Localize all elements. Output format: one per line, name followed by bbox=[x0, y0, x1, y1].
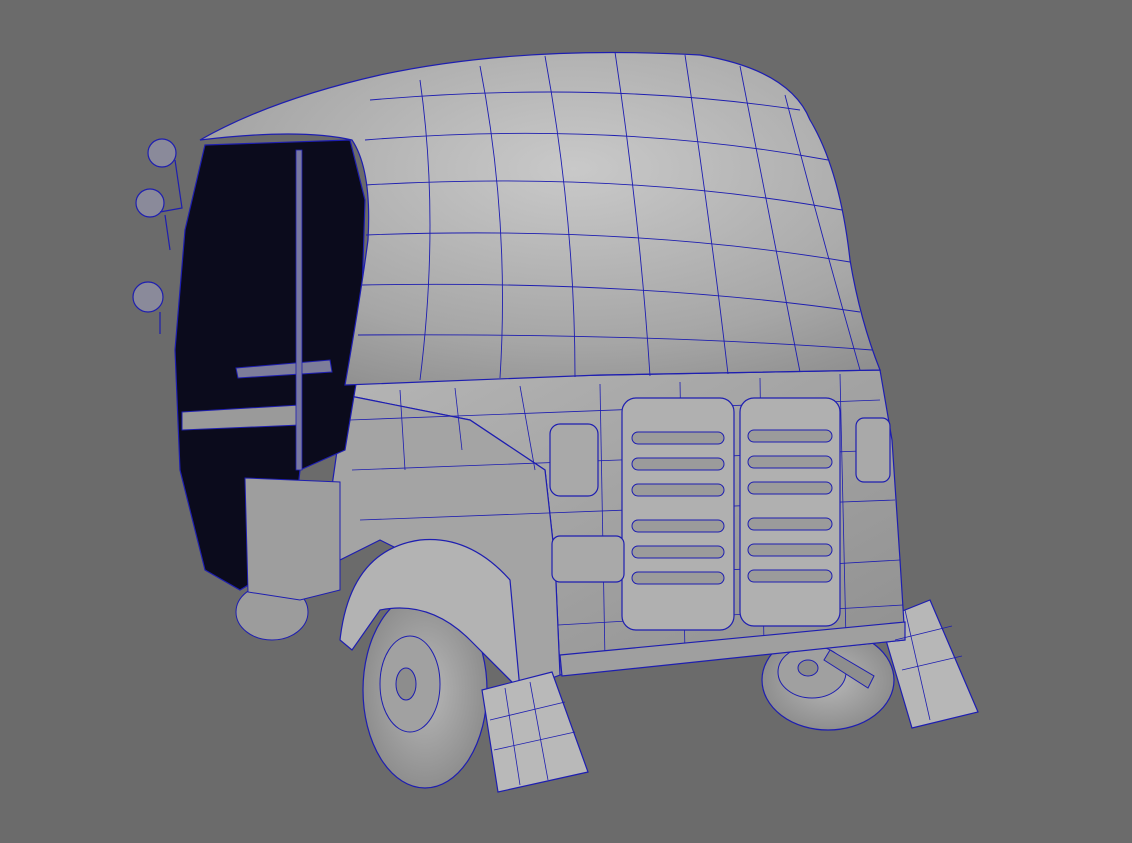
side-mirrors bbox=[132, 138, 183, 334]
headlamp bbox=[132, 281, 164, 313]
right-wheel-cap bbox=[797, 659, 819, 677]
mirror-middle bbox=[135, 188, 165, 218]
tail-light-right[interactable] bbox=[855, 417, 891, 483]
rear-seat-box bbox=[244, 477, 341, 601]
steering-column bbox=[295, 149, 303, 471]
wireframe-scene[interactable] bbox=[0, 0, 1132, 843]
left-wheel-cap bbox=[395, 667, 417, 701]
tail-light-left[interactable] bbox=[549, 423, 599, 497]
mirror-top bbox=[147, 138, 177, 168]
3d-viewport[interactable] bbox=[0, 0, 1132, 843]
license-plate-light[interactable] bbox=[551, 535, 625, 583]
left-mudflap[interactable] bbox=[481, 671, 589, 793]
rear-grille bbox=[621, 397, 841, 631]
